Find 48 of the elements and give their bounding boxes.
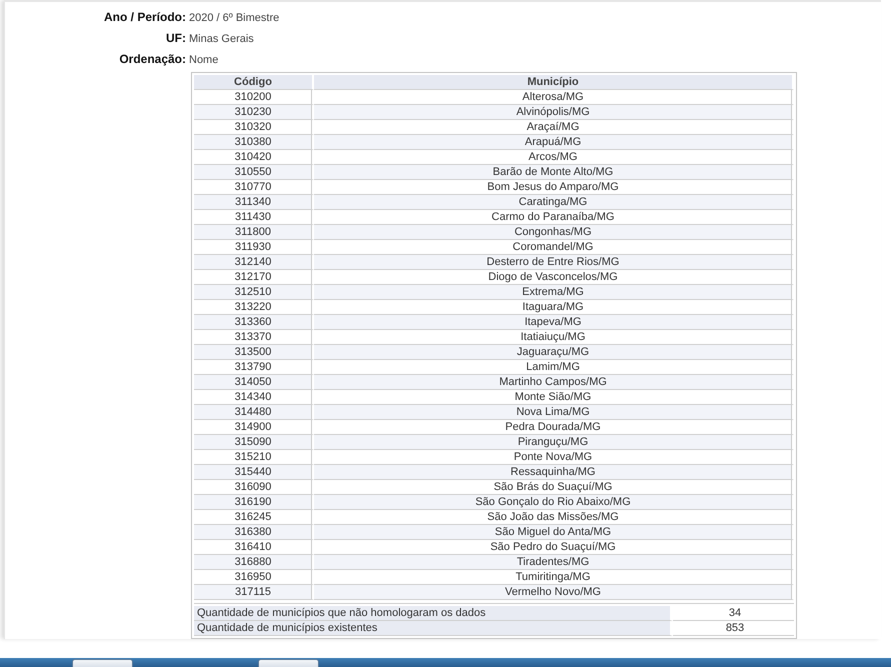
- summary-value: 853: [673, 621, 794, 636]
- table-cell: 314050: [194, 375, 314, 390]
- table-cell: 313500: [194, 345, 314, 360]
- table-cell: Ressaquinha/MG: [314, 465, 794, 480]
- table-cell: Itapeva/MG: [314, 315, 794, 330]
- table-cell: Extrema/MG: [314, 285, 794, 300]
- table-cell: Vermelho Novo/MG: [314, 585, 794, 600]
- field-label: UF:: [165, 31, 187, 45]
- summary-label: Quantidade de municípios que não homologaram os dados: [194, 606, 673, 621]
- table-cell: 316380: [194, 525, 314, 540]
- table-cell: 316880: [194, 555, 314, 570]
- field-label: Ano / Período:: [103, 10, 187, 24]
- table-cell: 315090: [194, 435, 314, 450]
- field-value: 2020 / 6º Bimestre: [189, 12, 280, 24]
- table-cell: Caratinga/MG: [314, 195, 794, 210]
- table-cell: Alvinópolis/MG: [314, 105, 794, 120]
- table-cell: 315440: [194, 465, 314, 480]
- table-cell: 313360: [194, 315, 314, 330]
- summary-label: Quantidade de municípios existentes: [194, 621, 673, 636]
- field-label: Ordenação:: [118, 52, 187, 66]
- column-header: Código: [194, 75, 314, 90]
- summary-value: 34: [673, 606, 794, 621]
- table-cell: 310230: [194, 105, 314, 120]
- table-cell: Congonhas/MG: [314, 225, 794, 240]
- table-cell: 311340: [194, 195, 314, 210]
- table-cell: Martinho Campos/MG: [314, 375, 794, 390]
- table-cell: 311800: [194, 225, 314, 240]
- table-cell: Desterro de Entre Rios/MG: [314, 255, 794, 270]
- taskbar-button[interactable]: [72, 659, 133, 667]
- table-cell: 310380: [194, 135, 314, 150]
- table-cell: São Gonçalo do Rio Abaixo/MG: [314, 495, 794, 510]
- table-cell: 312510: [194, 285, 314, 300]
- table-cell: Piranguçu/MG: [314, 435, 794, 450]
- column-header: Município: [314, 75, 794, 90]
- table-cell: Jaguaraçu/MG: [314, 345, 794, 360]
- taskbar-button[interactable]: [258, 659, 319, 667]
- field-value: Nome: [189, 54, 218, 66]
- table-cell: São Miguel do Anta/MG: [314, 525, 794, 540]
- table-cell: Barão de Monte Alto/MG: [314, 165, 794, 180]
- table-cell: 310550: [194, 165, 314, 180]
- table-cell: 314480: [194, 405, 314, 420]
- table-cell: Tiradentes/MG: [314, 555, 794, 570]
- table-cell: 317115: [194, 585, 314, 600]
- table-cell: Arapuá/MG: [314, 135, 794, 150]
- table-cell: 312140: [194, 255, 314, 270]
- table-cell: 316190: [194, 495, 314, 510]
- table-cell: Nova Lima/MG: [314, 405, 794, 420]
- field-value: Minas Gerais: [189, 33, 254, 45]
